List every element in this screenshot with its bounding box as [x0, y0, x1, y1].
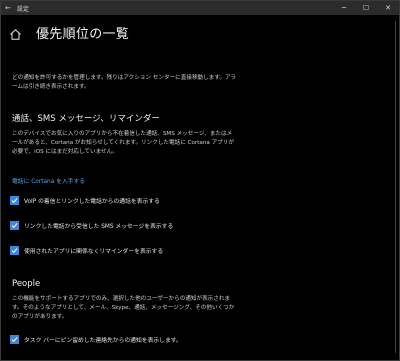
maximize-button[interactable]: ☐	[355, 4, 377, 12]
checkbox-label: 使用されたアプリに関係なくリマインダーを表示する	[24, 249, 164, 255]
checkmark-icon	[11, 248, 18, 254]
get-cortana-link[interactable]: 電話に Cortana を入手する	[12, 176, 85, 185]
window-controls: ─ ☐ ✕	[333, 4, 399, 12]
settings-window: ← 設定 ─ ☐ ✕ 優先順位の一覧 どの通知を許可するかを管理します。残りはア…	[0, 0, 400, 361]
checkbox-label: タスク バーにピン留めした連絡先からの通知を表示します。	[24, 338, 182, 344]
checkmark-icon	[11, 198, 18, 204]
checkbox-reminders[interactable]	[10, 246, 19, 255]
checkmark-icon	[11, 223, 18, 229]
close-button[interactable]: ✕	[377, 4, 399, 12]
calls-description: このデバイスでお気に入りのアプリから不在着信した通話、SMS メッセージ、または…	[12, 131, 234, 155]
checkbox-row-voip[interactable]: VoIP の着信とリンクした電話からの通話を表示する	[10, 196, 160, 205]
page-title: 優先順位の一覧	[36, 26, 130, 42]
checkbox-voip[interactable]	[10, 196, 19, 205]
checkbox-sms[interactable]	[10, 221, 19, 230]
intro-text: どの通知を許可するかを管理します。残りはアクション センターに直接移動します。ア…	[12, 75, 237, 90]
checkmark-icon	[11, 337, 18, 343]
people-description: この機能をサポートするアプリでのみ、選択した他のユーザーからの通知が表示されます…	[12, 296, 235, 320]
checkbox-label: リンクした電話から受信した SMS メッセージを表示する	[24, 224, 174, 230]
scrollbar[interactable]	[395, 21, 396, 353]
checkbox-pinned-contacts[interactable]	[10, 335, 19, 344]
title-bar: ← 設定 ─ ☐ ✕	[1, 1, 399, 15]
section-title-calls: 通話、SMS メッセージ、リマインダー	[12, 114, 160, 124]
checkbox-label: VoIP の着信とリンクした電話からの通話を表示する	[24, 199, 160, 205]
page-header: 優先順位の一覧	[9, 21, 129, 43]
minimize-button[interactable]: ─	[333, 4, 355, 12]
checkbox-row-reminders[interactable]: 使用されたアプリに関係なくリマインダーを表示する	[10, 246, 163, 255]
section-title-people: People	[12, 279, 41, 289]
window-title: 設定	[17, 5, 30, 13]
home-icon[interactable]	[9, 26, 22, 40]
checkbox-row-pinned-contacts[interactable]: タスク バーにピン留めした連絡先からの通知を表示します。	[10, 335, 182, 344]
back-arrow-icon[interactable]: ←	[1, 4, 15, 12]
checkbox-row-sms[interactable]: リンクした電話から受信した SMS メッセージを表示する	[10, 221, 173, 230]
